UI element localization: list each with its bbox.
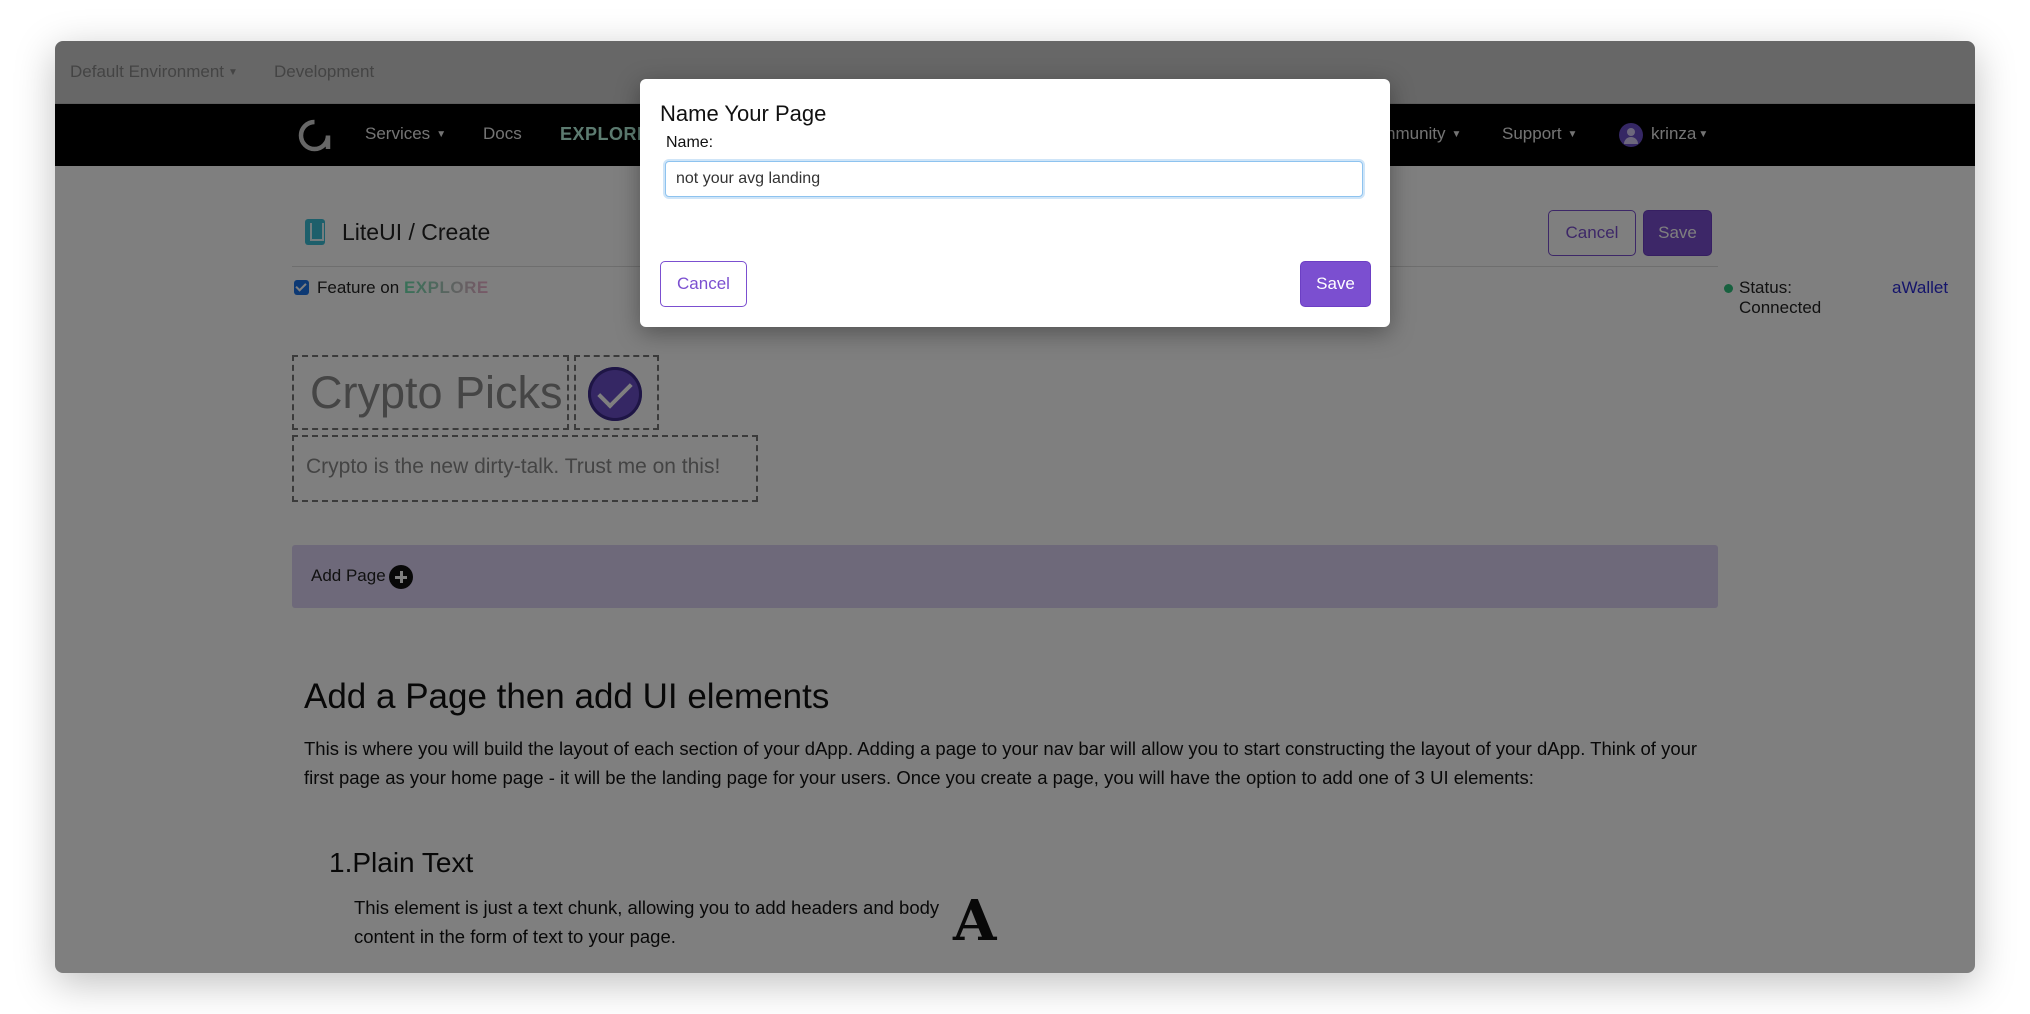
name-label: Name: <box>666 134 714 151</box>
browser-window: Default Environment▼ Development Service… <box>55 41 1975 973</box>
modal-cancel-button[interactable]: Cancel <box>660 261 747 307</box>
modal-title: Name Your Page <box>660 101 827 126</box>
page-name-input[interactable] <box>665 161 1363 197</box>
modal-save-button[interactable]: Save <box>1300 261 1371 307</box>
name-page-modal: Name Your Page Name: Cancel Save <box>640 79 1390 327</box>
